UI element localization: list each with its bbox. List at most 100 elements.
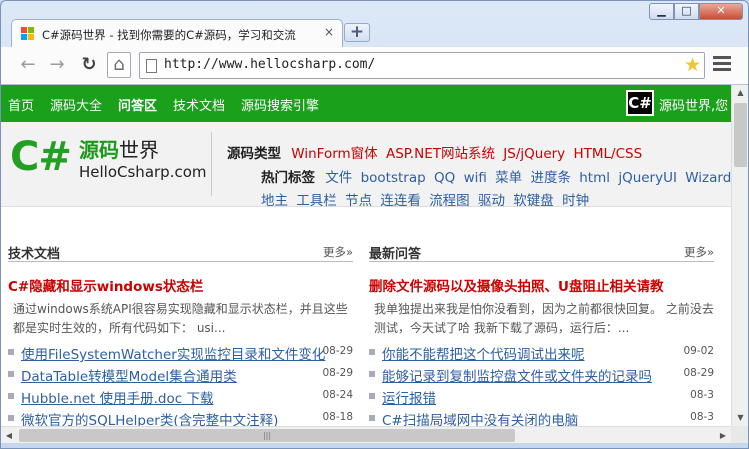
nav-brand: 源码世界,您 [659,99,729,114]
nav-item-tech-docs[interactable]: 技术文档 [173,95,225,114]
back-arrow-icon[interactable]: ← [16,53,40,77]
scroll-right-icon[interactable]: ▶ [715,427,731,444]
list-item-link[interactable]: 运行报错 [382,387,436,407]
nav-item-qa[interactable]: 问答区 [118,95,157,114]
hot-tag-link[interactable]: 地主 [261,193,288,209]
latest-qa-list: 你能不能帮把这个代码调试出来呢 09-02 能够记录到复制监控盘文件或文件夹的记录… [369,341,714,426]
list-item-date: 08-18 [322,411,353,423]
maximize-button[interactable]: □ [674,3,699,20]
tech-docs-list: 使用FileSystemWatcher实现监控目录和文件变化 08-29 Data… [8,341,353,426]
header-divider [211,132,212,196]
list-item: C#扫描局域网中没有关闭的电脑 08-3 [369,407,714,426]
hot-tag-link[interactable]: 连连看 [380,193,421,209]
list-item-date: 08-3 [690,389,714,401]
site-nav: 首页 源码大全 问答区 技术文档 源码搜索引擎 C# 源码世界,您 [1,85,731,122]
page-icon [146,59,157,73]
scrollbar-corner [731,426,748,443]
hot-tag-link[interactable]: jQueryUI [618,170,677,186]
scroll-left-icon[interactable]: ◀ [1,427,17,444]
hot-tag-link[interactable]: 时钟 [562,193,589,209]
vertical-scroll-thumb[interactable] [734,103,747,167]
source-type-link[interactable]: HTML/CSS [573,146,642,162]
scroll-down-icon[interactable]: ▼ [732,410,748,426]
bullet-icon [8,349,14,355]
hot-tag-link[interactable]: 工具栏 [296,193,337,209]
hot-tag-link[interactable]: 节点 [345,193,372,209]
list-item-link[interactable]: DataTable转模型Model集合通用类 [21,365,237,385]
source-type-link[interactable]: JS/jQuery [503,146,565,162]
logo-csharp[interactable]: C# [10,134,72,180]
hot-tag-link[interactable]: bootstrap [361,170,426,186]
bullet-icon [8,415,14,421]
horizontal-scrollbar[interactable]: ◀ ||| ▶ [1,426,731,443]
hot-tag-link[interactable]: 进度条 [530,170,571,186]
page-viewport: 首页 源码大全 问答区 技术文档 源码搜索引擎 C# 源码世界,您 C# 源码世… [1,85,731,426]
list-item-link[interactable]: Hubble.net 使用手册.doc 下载 [21,387,213,407]
latest-qa-featured-link[interactable]: 删除文件源码以及摄像头拍照、U盘阻止相关请教 [369,275,663,295]
hot-tag-link[interactable]: 软键盘 [513,193,554,209]
hot-tags-label: 热门标签 [261,170,315,186]
list-item: 运行报错 08-3 [369,385,714,407]
list-item-date: 08-29 [322,345,353,357]
list-item: 你能不能帮把这个代码调试出来呢 09-02 [369,341,714,363]
nav-item-search-engine[interactable]: 源码搜索引擎 [241,95,319,114]
list-item-link[interactable]: 微软官方的SQLHelper类(含完整中文注释) [21,409,278,426]
browser-tab[interactable]: C#源码世界 - 找到你需要的C#源码，学习和交流 × [11,19,343,47]
scroll-up-icon[interactable]: ▲ [732,85,748,101]
list-item-link[interactable]: C#扫描局域网中没有关闭的电脑 [382,409,578,426]
url-text[interactable]: http://www.hellocsharp.com/ [164,57,375,72]
source-types-label: 源码类型 [227,146,281,162]
nav-item-home[interactable]: 首页 [8,95,34,114]
bullet-icon [369,349,375,355]
latest-qa-header: 最新问答 更多» [369,240,714,262]
site-logo-icon[interactable]: C# [626,90,654,116]
list-item-date: 08-29 [683,367,714,379]
latest-qa-more-link[interactable]: 更多» [684,244,714,260]
home-icon[interactable]: ⌂ [107,52,131,78]
bullet-icon [8,371,14,377]
hot-tag-link[interactable]: wifi [464,170,487,186]
tab-close-icon[interactable]: × [324,25,334,39]
list-item-date: 08-24 [322,389,353,401]
horizontal-scroll-thumb[interactable]: ||| [19,429,515,442]
source-types-row: 源码类型 WinForm窗体 ASP.NET网站系统 JS/jQuery HTM… [227,142,646,162]
tab-strip: C#源码世界 - 找到你需要的C#源码，学习和交流 × + ▁ □ ✕ [1,1,748,47]
list-item-link[interactable]: 你能不能帮把这个代码调试出来呢 [382,343,585,363]
logo-domain[interactable]: HelloCsharp.com [79,163,207,181]
bullet-icon [369,393,375,399]
hot-tag-link[interactable]: 菜单 [495,170,522,186]
menu-icon[interactable] [713,56,731,74]
list-item: Hubble.net 使用手册.doc 下载 08-24 [8,385,353,407]
minimize-button[interactable]: ▁ [649,3,674,20]
tech-docs-featured-link[interactable]: C#隐藏和显示windows状态栏 [8,275,203,295]
bullet-icon [8,393,14,399]
bookmark-star-icon[interactable]: ★ [684,54,701,76]
hot-tag-link[interactable]: 驱动 [478,193,505,209]
browser-toolbar: ← → ↻ ⌂ http://www.hellocsharp.com/ ★ [1,47,748,85]
reload-icon[interactable]: ↻ [77,53,101,77]
source-type-link[interactable]: ASP.NET网站系统 [386,146,495,162]
list-item-link[interactable]: 使用FileSystemWatcher实现监控目录和文件变化 [21,343,325,363]
address-bar[interactable]: http://www.hellocsharp.com/ ★ [139,52,705,79]
logo-chinese[interactable]: 源码世界 [79,134,159,163]
browser-window: C#源码世界 - 找到你需要的C#源码，学习和交流 × + ▁ □ ✕ ← → … [0,0,749,449]
nav-item-source-all[interactable]: 源码大全 [50,95,102,114]
hot-tag-link[interactable]: html [579,170,610,186]
vertical-scrollbar[interactable]: ▲ ▼ [731,85,748,426]
bullet-icon [369,415,375,421]
close-window-button[interactable]: ✕ [699,3,743,20]
source-type-link[interactable]: WinForm窗体 [291,146,377,162]
hot-tag-link[interactable]: QQ [434,170,455,186]
bullet-icon [369,371,375,377]
hot-tag-link[interactable]: Wizard [685,170,731,186]
new-tab-button[interactable]: + [344,23,370,42]
list-item-link[interactable]: 能够记录到复制监控盘文件或文件夹的记录吗 [382,365,652,385]
site-header: C# 源码世界 HelloCsharp.com 源码类型 WinForm窗体 A… [1,122,731,209]
list-item-date: 08-3 [690,411,714,423]
hot-tag-link[interactable]: 流程图 [429,193,470,209]
hot-tag-link[interactable]: 文件 [325,170,352,186]
forward-arrow-icon[interactable]: → [45,53,69,77]
list-item: 使用FileSystemWatcher实现监控目录和文件变化 08-29 [8,341,353,363]
windows-favicon-icon [21,27,35,41]
tech-docs-more-link[interactable]: 更多» [323,244,353,260]
